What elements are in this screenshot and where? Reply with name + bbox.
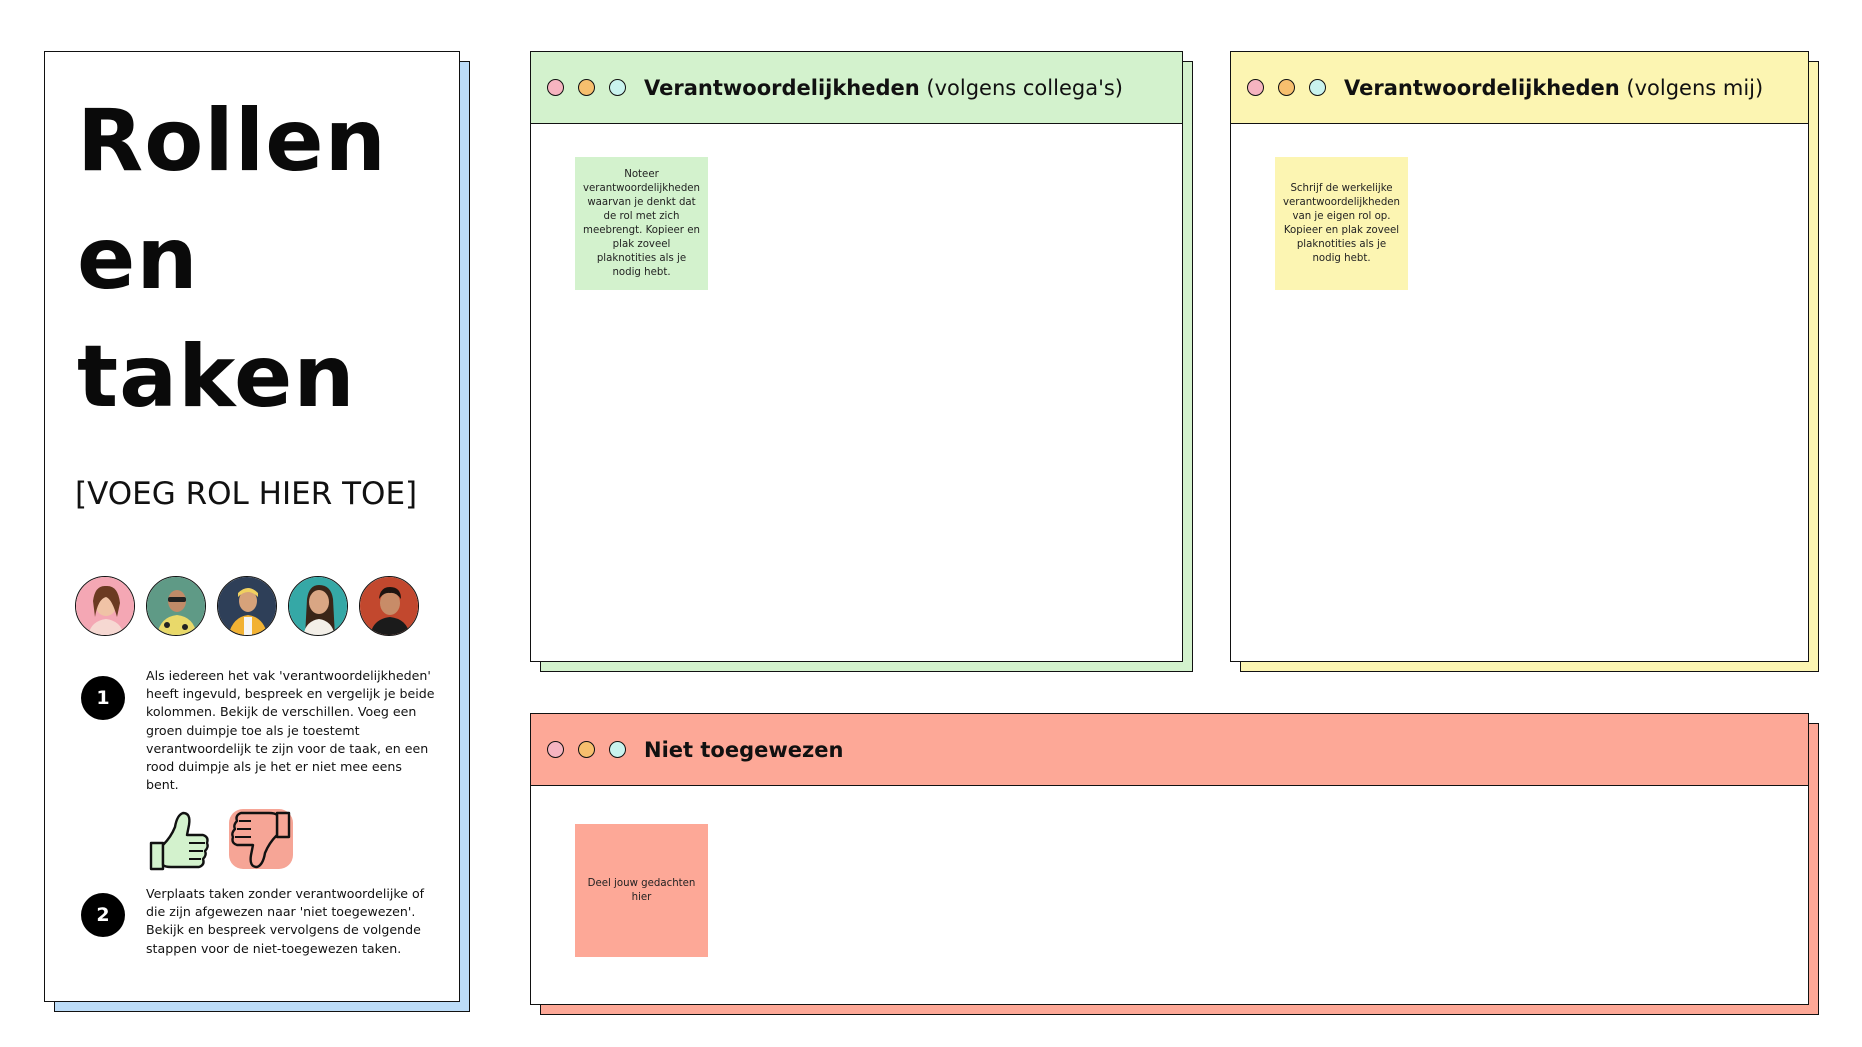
window-dot-cyan xyxy=(1309,79,1326,96)
title-bold: Verantwoordelijkheden xyxy=(644,75,920,100)
sticky-note[interactable]: Schrijf de werkelijke verantwoordelijkhe… xyxy=(1275,157,1408,290)
window-dot-pink xyxy=(547,79,564,96)
page-title: Rollen en taken xyxy=(77,82,387,436)
step-2-badge: 2 xyxy=(81,893,125,937)
window-dot-orange xyxy=(578,741,595,758)
step-1-badge: 1 xyxy=(81,676,125,720)
title-line-3: taken xyxy=(77,327,356,427)
window-dot-orange xyxy=(578,79,595,96)
title-rest: (volgens mij) xyxy=(1619,75,1764,100)
avatar-row xyxy=(75,576,419,636)
mine-board-title: Verantwoordelijkheden (volgens mij) xyxy=(1344,76,1763,100)
window-dot-orange xyxy=(1278,79,1295,96)
window-dot-pink xyxy=(1247,79,1264,96)
window-dot-pink xyxy=(547,741,564,758)
left-panel: Rollen en taken [VOEG ROL HIER TOE] 1 Al… xyxy=(44,51,460,1002)
title-bold: Verantwoordelijkheden xyxy=(1344,75,1620,100)
title-line-2: en xyxy=(77,209,199,309)
unassigned-board[interactable]: Niet toegewezen Deel jouw gedachten hier xyxy=(530,713,1809,1005)
sticky-note[interactable]: Deel jouw gedachten hier xyxy=(575,824,708,957)
mine-board-header: Verantwoordelijkheden (volgens mij) xyxy=(1231,52,1808,124)
avatar[interactable] xyxy=(75,576,135,636)
window-dot-cyan xyxy=(609,79,626,96)
unassigned-board-header: Niet toegewezen xyxy=(531,714,1808,786)
avatar[interactable] xyxy=(146,576,206,636)
thumbs-up-icon[interactable] xyxy=(145,807,213,877)
step-2-text: Verplaats taken zonder verantwoordelijke… xyxy=(146,886,425,956)
title-bold: Niet toegewezen xyxy=(644,737,844,762)
sticky-note[interactable]: Noteer verantwoordelijkheden waarvan je … xyxy=(575,157,708,290)
thumbs-down-icon[interactable] xyxy=(227,807,295,877)
window-dot-cyan xyxy=(609,741,626,758)
colleagues-board-header: Verantwoordelijkheden (volgens collega's… xyxy=(531,52,1182,124)
step-1-text: Als iedereen het vak 'verantwoordelijkhe… xyxy=(146,668,435,793)
mine-board[interactable]: Verantwoordelijkheden (volgens mij) Schr… xyxy=(1230,51,1809,662)
role-placeholder[interactable]: [VOEG ROL HIER TOE] xyxy=(75,476,417,512)
avatar[interactable] xyxy=(217,576,277,636)
avatar[interactable] xyxy=(288,576,348,636)
title-rest: (volgens collega's) xyxy=(919,75,1123,100)
colleagues-board-title: Verantwoordelijkheden (volgens collega's… xyxy=(644,76,1123,100)
avatar[interactable] xyxy=(359,576,419,636)
colleagues-board[interactable]: Verantwoordelijkheden (volgens collega's… xyxy=(530,51,1183,662)
thumbs-row xyxy=(145,807,295,877)
unassigned-board-title: Niet toegewezen xyxy=(644,738,843,762)
title-line-1: Rollen xyxy=(77,91,387,191)
